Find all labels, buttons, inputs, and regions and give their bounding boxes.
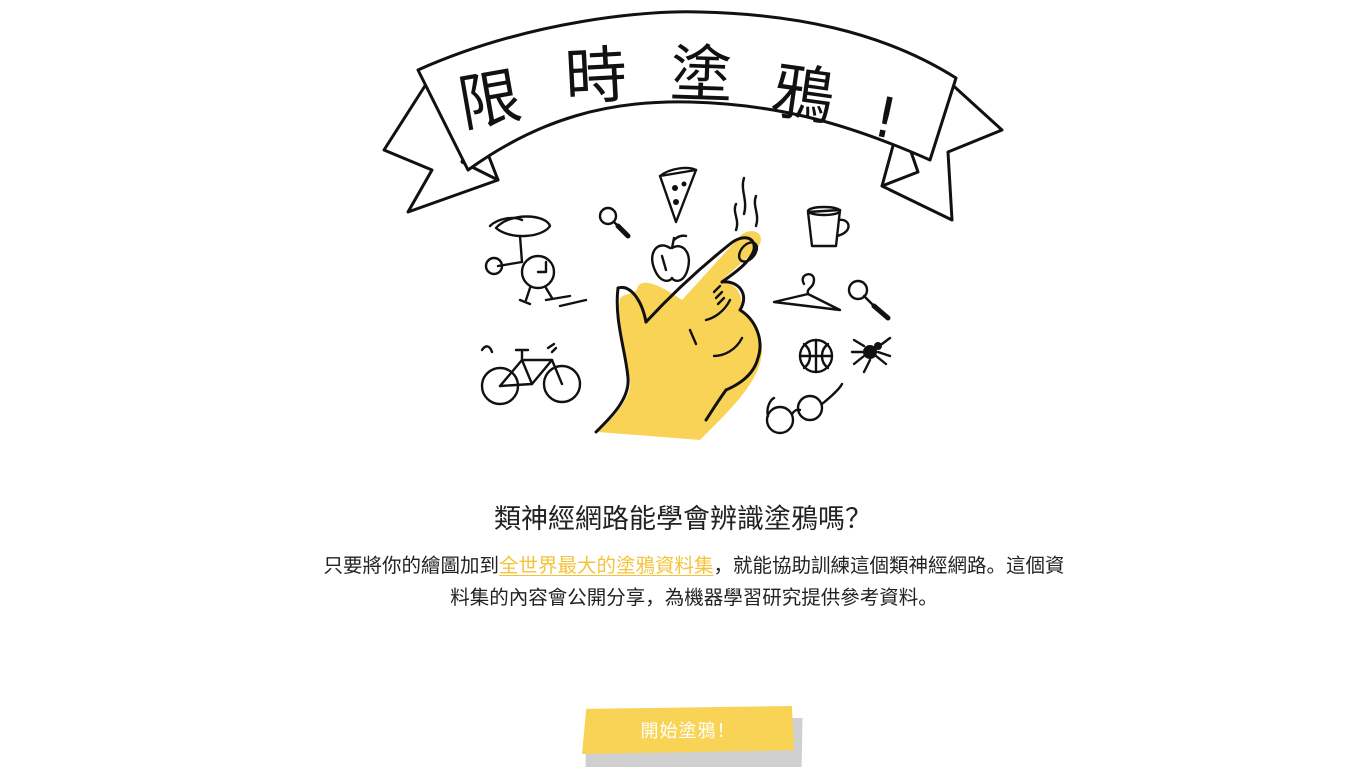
push-pin-icon	[847, 279, 891, 321]
banner-char-4: 鴉	[767, 53, 839, 134]
banner-char-1: 限	[453, 59, 527, 142]
spider-icon	[850, 336, 892, 374]
mug-icon	[806, 205, 850, 248]
light-bulb-icon	[598, 206, 631, 239]
ribbon-banner: 限 時 塗 鴉 !	[382, 10, 1004, 222]
bicycle-icon	[480, 342, 582, 406]
banner-char-3: 塗	[669, 37, 734, 112]
pointing-hand-icon	[594, 231, 762, 440]
stick-figure-icon	[484, 215, 588, 308]
banner-char-2: 時	[563, 38, 629, 114]
dataset-link[interactable]: 全世界最大的塗鴉資料集	[499, 554, 714, 577]
description-text-before-link: 只要將你的繪圖加到	[323, 554, 499, 577]
basketball-icon	[798, 338, 834, 374]
glasses-icon	[765, 382, 844, 435]
quickdraw-splash-page: 限 時 塗 鴉 ! 類神經網路能學會辨識塗鴉嗎？ 只要將你的繪圖加到全世界最大的…	[0, 0, 1366, 767]
steam-lines	[733, 176, 759, 232]
apple-icon	[651, 234, 691, 283]
hanger-icon	[772, 273, 842, 312]
start-button-container: 開始塗鴉！	[582, 706, 804, 767]
hero-illustration: 限 時 塗 鴉 !	[370, 0, 1010, 450]
pizza-icon	[658, 166, 698, 224]
description: 只要將你的繪圖加到全世界最大的塗鴉資料集，就能協助訓練這個類神經網路。這個資料集…	[318, 550, 1070, 614]
headline: 類神經網路能學會辨識塗鴉嗎？	[494, 504, 872, 535]
start-drawing-button[interactable]: 開始塗鴉！	[582, 706, 794, 754]
